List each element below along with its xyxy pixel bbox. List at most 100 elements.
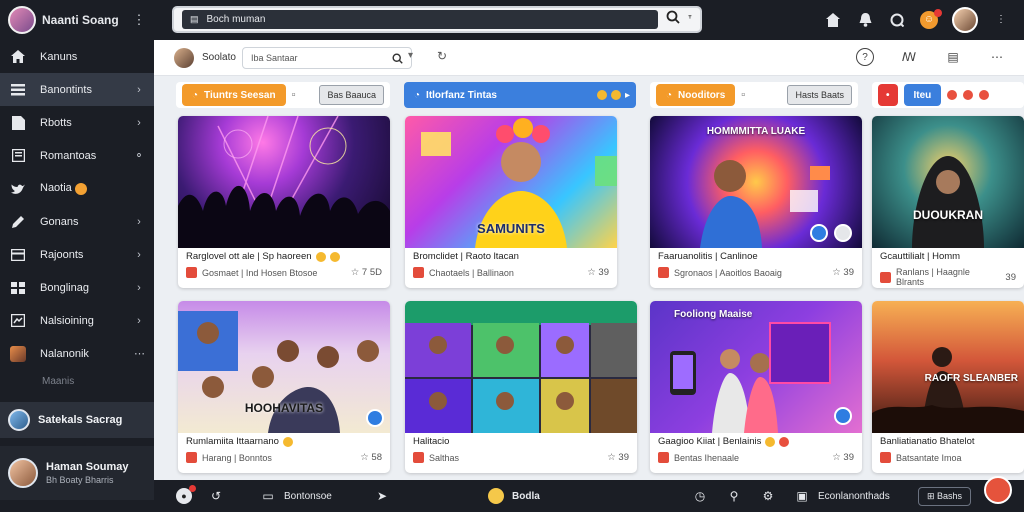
- sidebar-item-thumbnail[interactable]: Nalanonik ⋯: [0, 337, 154, 370]
- grid-view-icon[interactable]: ▤: [944, 48, 962, 66]
- dropdown-arrow-icon[interactable]: ▾: [408, 50, 413, 61]
- cursor-icon[interactable]: ➤: [374, 488, 390, 504]
- card-thumbnail[interactable]: DUOUKRAN: [872, 116, 1024, 248]
- subbar-search-input[interactable]: Iba Santaar: [242, 47, 412, 69]
- sidebar-item-card[interactable]: Rajoonts ›: [0, 238, 154, 271]
- sidebar-item-home[interactable]: Kanuns: [0, 40, 154, 73]
- card-title[interactable]: Faaruanolitis | Canlinoe: [658, 251, 856, 262]
- video-card[interactable]: SAMUNITS Bromclidet | Raoto ltacan Chaot…: [405, 116, 617, 288]
- card-title[interactable]: Gcauttilialt | Homm: [880, 251, 1018, 262]
- pen-icon: [10, 215, 26, 229]
- video-card[interactable]: HOOHAVITAS Rumlamiita Ittaarnano Harang …: [178, 301, 390, 473]
- chevron-right-icon[interactable]: ▸: [625, 90, 630, 101]
- sidebar-item-label: Gonans: [40, 215, 79, 228]
- sidebar-item-list[interactable]: Banontints ›: [0, 73, 154, 106]
- content-area: ◔ Tiuntrs Seesan ▫ Bas Baauca ◔ Itlorfanz …: [154, 76, 1024, 480]
- video-card[interactable]: Fooliong Maaise Gaagioo Kiiat | Benlaini…: [650, 301, 862, 473]
- card-title[interactable]: Rarglovel ott ale | Sp haoreen: [186, 251, 384, 262]
- sidebar-item-inbox[interactable]: Romantoas ⚬: [0, 139, 154, 172]
- chevron-right-icon: ›: [137, 281, 141, 294]
- action-button[interactable]: [810, 224, 828, 242]
- card-thumbnail[interactable]: RAOFR SLEANBER: [872, 301, 1024, 433]
- help-icon[interactable]: [888, 11, 906, 29]
- app-avatar[interactable]: [8, 6, 36, 34]
- doc-icon[interactable]: ▫: [741, 89, 745, 101]
- translate-icon[interactable]: ꟿ: [900, 48, 918, 66]
- search-bar[interactable]: ▤ Boch muman ᐪ: [172, 6, 702, 33]
- search-input[interactable]: ▤ Boch muman: [182, 10, 658, 29]
- column-control-button[interactable]: Hasts Baats: [787, 85, 852, 105]
- search-icon[interactable]: ⚲: [726, 488, 742, 504]
- card-title[interactable]: Rumlamiita Ittaarnano: [186, 436, 384, 447]
- emoji-icon[interactable]: [610, 90, 621, 100]
- doc-icon[interactable]: ▫: [292, 89, 296, 101]
- chat-bubble-icon[interactable]: ●: [176, 485, 196, 504]
- card-title[interactable]: Gaagioo Kiiat | Benlainis: [658, 436, 856, 447]
- sidebar-item-pen[interactable]: Gonans ›: [0, 205, 154, 238]
- emoji-icon[interactable]: [596, 90, 607, 100]
- more-vert-icon[interactable]: ⋮: [132, 12, 146, 28]
- card-thumbnail[interactable]: Fooliong Maaise: [650, 301, 862, 433]
- sidebar-item-bird[interactable]: Naotia: [0, 172, 154, 205]
- sidebar-profile-2[interactable]: Haman Soumay Bh Boaty Bharris: [0, 446, 154, 500]
- thumbnail-overlay-text: DUOUKRAN: [913, 208, 983, 222]
- emoji-icon[interactable]: [947, 90, 958, 100]
- home-icon[interactable]: [824, 11, 842, 29]
- video-card[interactable]: Rarglovel ott ale | Sp haoreen Gosmaet |…: [178, 116, 390, 288]
- bell-icon[interactable]: [856, 11, 874, 29]
- video-card[interactable]: Halitacio Salthas ☆ 39: [405, 301, 637, 473]
- bottom-center-group[interactable]: Bodla: [488, 480, 540, 512]
- sidebar-item-image[interactable]: Nalsioining ›: [0, 304, 154, 337]
- floating-action-button[interactable]: [984, 476, 1012, 504]
- search-icon[interactable]: [666, 10, 680, 29]
- sidebar-item-folder[interactable]: Rbotts ›: [0, 106, 154, 139]
- app-title: Naanti Soang: [42, 13, 119, 27]
- avatar[interactable]: [952, 6, 978, 33]
- hooded-figure-image: [912, 156, 984, 248]
- card-thumbnail[interactable]: [178, 116, 390, 248]
- more-vert-icon[interactable]: ⋮: [992, 11, 1010, 29]
- card-title[interactable]: Halitacio: [413, 436, 631, 447]
- column-pill[interactable]: ◔ Tiuntrs Seesan: [182, 84, 286, 106]
- notifications-icon[interactable]: ☺: [920, 8, 942, 29]
- bottom-comment-group[interactable]: ▭ Bontonsoe: [260, 480, 332, 512]
- column-pill[interactable]: ◔ Itlorfanz Tintas: [410, 84, 501, 106]
- help-circle-icon[interactable]: ?: [856, 48, 874, 66]
- sidebar-item-grid[interactable]: Bonglinag ›: [0, 271, 154, 304]
- bottom-right-group[interactable]: ▣ Econlanonthads: [794, 480, 889, 512]
- sidebar-item-label: Naotia: [40, 182, 144, 195]
- card-thumbnail[interactable]: [405, 301, 637, 433]
- mic-icon[interactable]: ᐪ: [688, 13, 692, 26]
- action-button[interactable]: [834, 224, 852, 242]
- card-title[interactable]: Banliatianatio Bhatelot: [880, 436, 1018, 447]
- column-pill[interactable]: ◔ Nooditors: [656, 84, 736, 106]
- thumbnail-overlay-text: SAMUNITS: [477, 221, 545, 236]
- action-button[interactable]: [366, 409, 384, 427]
- refresh-icon[interactable]: ↻: [437, 49, 447, 63]
- column-pill[interactable]: Iteu: [903, 84, 942, 106]
- card-thumbnail[interactable]: HOMMMITTA LUAKE: [650, 116, 862, 248]
- emoji-icon[interactable]: [979, 90, 990, 100]
- video-card[interactable]: HOMMMITTA LUAKE Faaruanolitis | Canlinoe…: [650, 116, 862, 288]
- sidebar-more-label[interactable]: Maanis: [0, 370, 154, 392]
- card-title[interactable]: Bromclidet | Raoto ltacan: [413, 251, 611, 262]
- bottom-action-button[interactable]: ⊞ Bashs: [918, 486, 972, 506]
- more-horiz-icon[interactable]: ⋯: [988, 48, 1006, 66]
- profile-name: Haman Soumay: [46, 461, 129, 473]
- more-horiz-icon[interactable]: ⋯: [134, 347, 145, 360]
- avatar[interactable]: [174, 48, 194, 68]
- clock-icon[interactable]: ◷: [692, 488, 708, 504]
- column-control-button[interactable]: Bas Baauca: [319, 85, 384, 105]
- video-card[interactable]: RAOFR SLEANBER Banliatianatio Bhatelot B…: [872, 301, 1024, 473]
- subbar-search-text: Iba Santaar: [251, 53, 298, 63]
- share-icon[interactable]: ↺: [208, 488, 224, 504]
- column-pill-red[interactable]: •: [878, 84, 898, 106]
- emoji-icon[interactable]: [963, 90, 974, 100]
- video-card[interactable]: DUOUKRAN Gcauttilialt | Homm Ranlans | H…: [872, 116, 1024, 288]
- card-thumbnail[interactable]: SAMUNITS: [405, 116, 617, 248]
- action-button[interactable]: [834, 407, 852, 425]
- sidebar-profile-1[interactable]: Satekals Sacrag: [0, 402, 154, 438]
- comment-icon: ▭: [262, 489, 274, 503]
- settings-icon[interactable]: ⚙: [760, 488, 776, 504]
- card-thumbnail[interactable]: HOOHAVITAS: [178, 301, 390, 433]
